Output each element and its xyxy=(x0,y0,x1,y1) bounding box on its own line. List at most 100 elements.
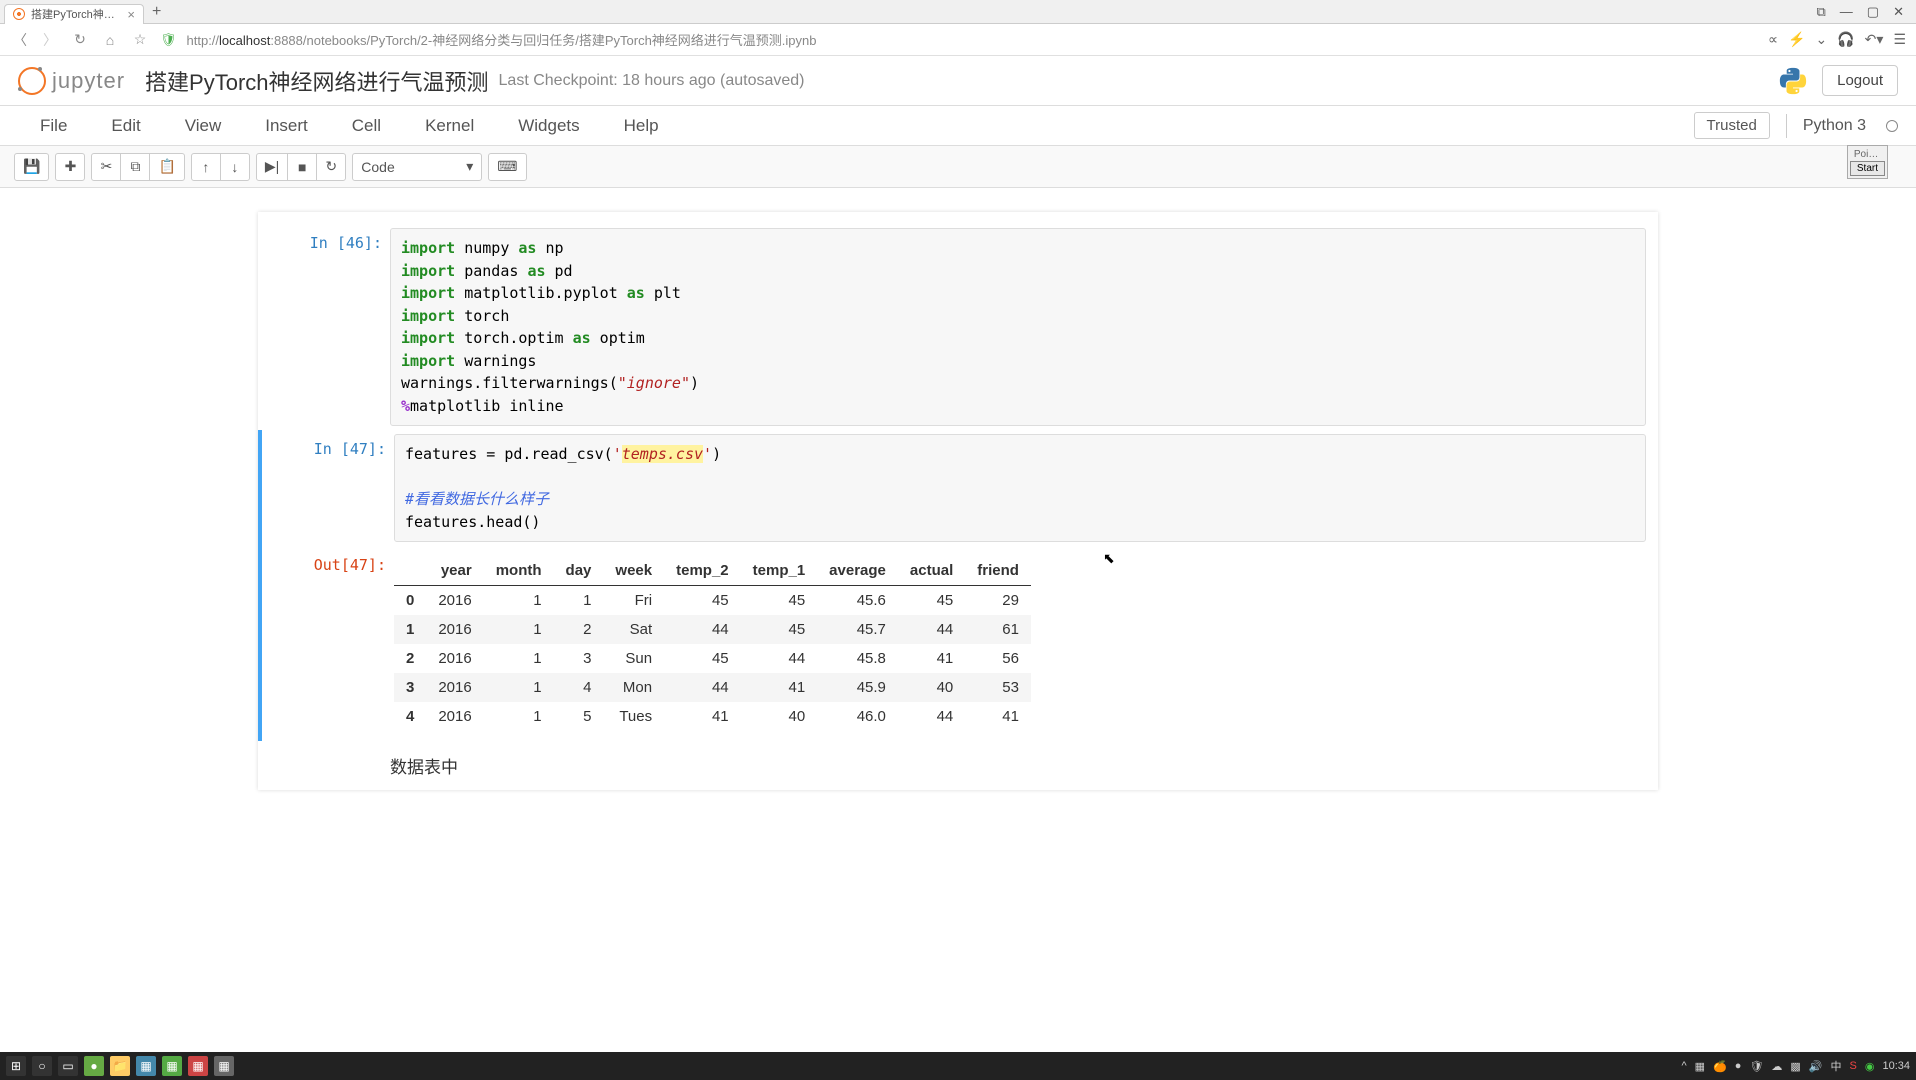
table-header: temp_1 xyxy=(741,556,818,586)
tray-icon[interactable]: ● xyxy=(1735,1060,1742,1072)
url-bar: 〈 〉 ↻ ⌂ ☆ 🛡 http://localhost:8888/notebo… xyxy=(0,24,1916,56)
python-logo-icon xyxy=(1778,66,1808,96)
menu-edit[interactable]: Edit xyxy=(89,110,162,142)
notebook-title[interactable]: 搭建PyTorch神经网络进行气温预测 xyxy=(145,65,488,97)
volume-icon[interactable]: 🔊 xyxy=(1809,1060,1823,1073)
url-text[interactable]: http://localhost:8888/notebooks/PyTorch/… xyxy=(187,30,817,49)
undo-icon[interactable]: ↶▾ xyxy=(1865,31,1884,48)
start-button[interactable]: Start xyxy=(1850,161,1885,176)
chevron-down-icon[interactable]: ⌄ xyxy=(1816,31,1828,48)
copy-cell-button[interactable]: ⧉ xyxy=(120,153,150,181)
table-header: week xyxy=(603,556,664,586)
tray-icon[interactable]: 🍊 xyxy=(1713,1060,1727,1073)
prompt-out: Out[47]: xyxy=(274,550,394,737)
ime-icon[interactable]: 中 xyxy=(1831,1058,1842,1074)
menu-icon[interactable]: ☰ xyxy=(1893,31,1906,48)
tray-icon[interactable]: ^ xyxy=(1682,1060,1687,1072)
menu-view[interactable]: View xyxy=(163,110,244,142)
menu-file[interactable]: File xyxy=(18,110,89,142)
shield-icon[interactable]: 🛡 xyxy=(160,32,177,48)
dataframe-table: yearmonthdayweektemp_2temp_1averageactua… xyxy=(394,556,1031,731)
new-tab-button[interactable]: + xyxy=(144,3,169,21)
insert-cell-button[interactable]: ✚ xyxy=(55,153,85,181)
save-button[interactable]: 💾 xyxy=(14,153,49,181)
table-row: 3201614Mon444145.94053 xyxy=(394,673,1031,702)
divider xyxy=(1786,114,1787,138)
window-maximize-icon[interactable]: ▢ xyxy=(1867,4,1879,20)
window-close-icon[interactable]: ✕ xyxy=(1893,4,1904,20)
logout-button[interactable]: Logout xyxy=(1822,65,1898,96)
tray-icon[interactable]: ▩ xyxy=(1790,1060,1800,1073)
nav-back-icon[interactable]: 〈 xyxy=(10,30,30,50)
app-icon[interactable]: ▦ xyxy=(162,1056,182,1076)
tray-icon[interactable]: ☁ xyxy=(1771,1060,1782,1073)
table-header: friend xyxy=(965,556,1031,586)
nav-forward-icon[interactable]: 〉 xyxy=(40,30,60,50)
browser-tab[interactable]: 搭建PyTorch神经网络进行气温… × xyxy=(4,4,144,24)
stop-button[interactable]: ■ xyxy=(287,153,317,181)
code-input[interactable]: features = pd.read_csv('temps.csv') #看看数… xyxy=(394,434,1646,542)
table-header: temp_2 xyxy=(664,556,741,586)
paste-cell-button[interactable]: 📋 xyxy=(149,153,184,181)
share-icon[interactable]: ∝ xyxy=(1768,31,1778,48)
nav-home-icon[interactable]: ⌂ xyxy=(100,30,120,50)
tray-icon[interactable]: ◉ xyxy=(1865,1060,1875,1073)
code-cell-selected[interactable]: In [47]: features = pd.read_csv('temps.c… xyxy=(258,430,1658,546)
move-up-button[interactable]: ↑ xyxy=(191,153,221,181)
jupyter-logo[interactable]: jupyter xyxy=(18,67,125,95)
nav-star-icon[interactable]: ☆ xyxy=(130,30,150,50)
markdown-cell[interactable]: 数据表中 xyxy=(258,741,1658,778)
menu-kernel[interactable]: Kernel xyxy=(403,110,496,142)
app-icon[interactable]: ▦ xyxy=(188,1056,208,1076)
table-header xyxy=(394,556,426,586)
command-palette-button[interactable]: ⌨ xyxy=(488,153,526,181)
table-row: 2201613Sun454445.84156 xyxy=(394,644,1031,673)
prompt-in: In [46]: xyxy=(270,228,390,426)
task-view-icon[interactable]: ▭ xyxy=(58,1056,78,1076)
cell-type-select[interactable]: Code▾ xyxy=(352,153,482,181)
menu-help[interactable]: Help xyxy=(602,110,681,142)
cut-cell-button[interactable]: ✂ xyxy=(91,153,121,181)
tray-icon[interactable]: ▦ xyxy=(1695,1060,1705,1073)
window-prefs-icon[interactable]: ⧉ xyxy=(1817,4,1826,20)
toolbar: 💾 ✚ ✂ ⧉ 📋 ↑ ↓ ▶| ■ ↻ Code▾ ⌨ xyxy=(0,146,1916,188)
table-row: 0201611Fri454545.64529 xyxy=(394,586,1031,616)
bolt-icon[interactable]: ⚡ xyxy=(1788,31,1805,48)
menu-cell[interactable]: Cell xyxy=(330,110,403,142)
app-icon[interactable]: ▦ xyxy=(136,1056,156,1076)
window-minimize-icon[interactable]: — xyxy=(1840,4,1853,20)
code-cell[interactable]: In [46]: import numpy as np import panda… xyxy=(258,224,1658,430)
chevron-down-icon: ▾ xyxy=(466,158,473,175)
menu-widgets[interactable]: Widgets xyxy=(496,110,601,142)
run-button[interactable]: ▶| xyxy=(256,153,288,181)
kernel-name[interactable]: Python 3 xyxy=(1803,117,1866,135)
tray-icon[interactable]: 🛡 xyxy=(1749,1060,1763,1073)
close-tab-icon[interactable]: × xyxy=(127,7,135,22)
table-header: day xyxy=(554,556,604,586)
notebook-area: In [46]: import numpy as np import panda… xyxy=(0,188,1916,814)
headphone-icon[interactable]: 🎧 xyxy=(1837,31,1854,48)
table-header: month xyxy=(484,556,554,586)
nav-reload-icon[interactable]: ↻ xyxy=(70,30,90,50)
table-header: actual xyxy=(898,556,965,586)
code-input[interactable]: import numpy as np import pandas as pd i… xyxy=(390,228,1646,426)
app-icon[interactable]: ● xyxy=(84,1056,104,1076)
jupyter-favicon-icon xyxy=(13,8,25,20)
table-header: average xyxy=(817,556,898,586)
trusted-button[interactable]: Trusted xyxy=(1694,112,1770,139)
explorer-icon[interactable]: 📁 xyxy=(110,1056,130,1076)
output-cell: Out[47]: yearmonthdayweektemp_2temp_1ave… xyxy=(258,546,1658,741)
jupyter-header: jupyter 搭建PyTorch神经网络进行气温预测 Last Checkpo… xyxy=(0,56,1916,106)
app-icon[interactable]: ▦ xyxy=(214,1056,234,1076)
tray-icon[interactable]: S xyxy=(1850,1060,1857,1072)
menu-insert[interactable]: Insert xyxy=(243,110,330,142)
move-down-button[interactable]: ↓ xyxy=(220,153,250,181)
clock[interactable]: 10:34 xyxy=(1882,1060,1910,1072)
browser-tab-bar: 搭建PyTorch神经网络进行气温… × + ⧉ — ▢ ✕ xyxy=(0,0,1916,24)
pointer-widget[interactable]: Poi… Start xyxy=(1847,145,1888,179)
prompt-in: In [47]: xyxy=(274,434,394,542)
start-menu-icon[interactable]: ⊞ xyxy=(6,1056,26,1076)
restart-button[interactable]: ↻ xyxy=(316,153,346,181)
cortana-icon[interactable]: ○ xyxy=(32,1056,52,1076)
menu-bar: File Edit View Insert Cell Kernel Widget… xyxy=(0,106,1916,146)
